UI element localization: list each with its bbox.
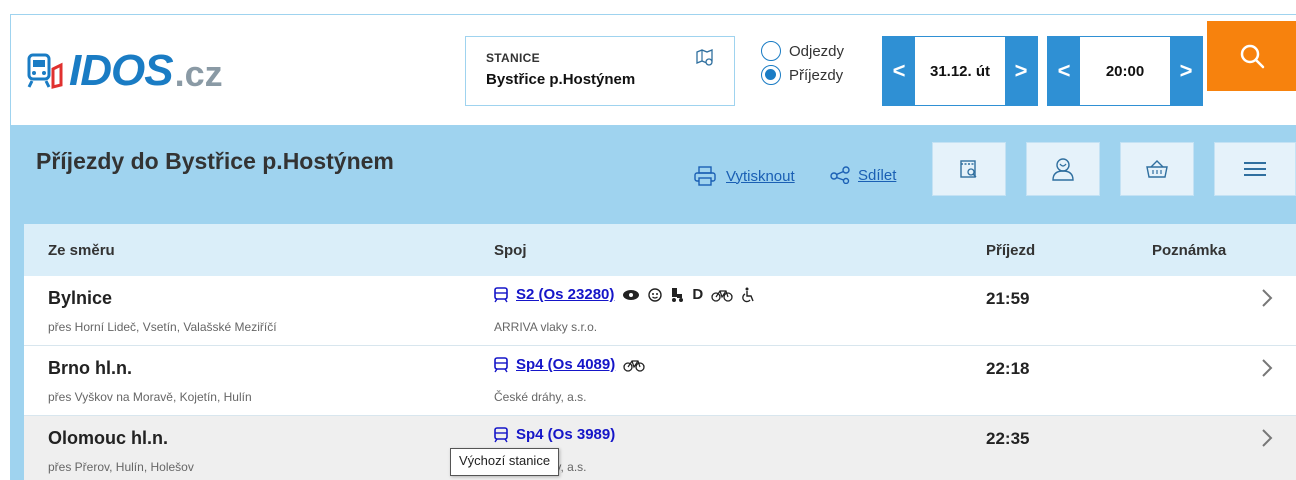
- date-prev-button[interactable]: <: [883, 37, 915, 105]
- print-link[interactable]: Vytisknout: [694, 166, 795, 186]
- radio-arrivals[interactable]: Příjezdy: [761, 63, 844, 87]
- date-next-button[interactable]: >: [1005, 37, 1037, 105]
- row-via: přes Vyškov na Moravě, Kojetín, Hulín: [48, 390, 252, 404]
- col-header-train: Spoj: [494, 242, 527, 259]
- row-arrival-time: 22:35: [986, 429, 1030, 448]
- train-amenities: D: [622, 286, 755, 303]
- timetable-search-button[interactable]: [932, 142, 1006, 196]
- radio-arrivals-circle[interactable]: [761, 65, 781, 85]
- row-via: přes Přerov, Hulín, Holešov: [48, 460, 194, 474]
- logo-text: IDOS: [69, 46, 174, 95]
- table-row[interactable]: Brno hl.n. přes Vyškov na Moravě, Kojetí…: [24, 346, 1296, 416]
- bicycle-icon: [623, 359, 645, 372]
- row-from: Brno hl.n.: [48, 358, 132, 378]
- arrivals-table: Ze směru Spoj Příjezd Poznámka Bylnice p…: [24, 224, 1296, 480]
- radio-departures-label[interactable]: Odjezdy: [789, 43, 844, 60]
- train-link[interactable]: Sp4 (Os 4089): [516, 356, 615, 373]
- row-arrival-time: 21:59: [986, 289, 1030, 308]
- printer-icon: [694, 166, 716, 186]
- col-header-arrival: Příjezd: [986, 242, 1036, 259]
- row-carrier: ARRIVA vlaky s.r.o.: [494, 320, 598, 334]
- chevron-right-icon[interactable]: [1260, 288, 1274, 308]
- row-carrier: České dráhy, a.s.: [494, 390, 587, 404]
- date-value[interactable]: 31.12. út: [915, 37, 1005, 105]
- time-value[interactable]: 20:00: [1080, 37, 1170, 105]
- menu-button[interactable]: [1214, 142, 1296, 196]
- share-label[interactable]: Sdílet: [858, 167, 896, 184]
- train-link[interactable]: S2 (Os 23280): [516, 286, 614, 303]
- time-next-button[interactable]: >: [1170, 37, 1202, 105]
- row-train: S2 (Os 23280) D: [494, 286, 755, 303]
- date-picker: < 31.12. út >: [882, 36, 1038, 106]
- mode-radio-group: Odjezdy Příjezdy: [761, 39, 844, 87]
- hamburger-menu-icon: [1244, 162, 1266, 176]
- amenity-d: D: [692, 286, 704, 303]
- row-arrival-time: 22:18: [986, 359, 1030, 378]
- radio-departures[interactable]: Odjezdy: [761, 39, 844, 63]
- map-pin-icon[interactable]: [696, 49, 714, 67]
- idos-logo[interactable]: IDOS .cz: [27, 43, 223, 99]
- train-icon: [494, 356, 508, 372]
- train-link[interactable]: Sp4 (Os 3989): [516, 426, 615, 443]
- row-from: Olomouc hl.n.: [48, 428, 168, 448]
- station-field[interactable]: STANICE Bystřice p.Hostýnem: [465, 36, 735, 106]
- train-icon: [494, 426, 508, 442]
- station-label: STANICE: [486, 51, 540, 65]
- time-prev-button[interactable]: <: [1048, 37, 1080, 105]
- row-train: Sp4 (Os 4089): [494, 356, 645, 373]
- chevron-right-icon[interactable]: [1260, 358, 1274, 378]
- tooltip: Výchozí stanice: [450, 448, 560, 476]
- basket-button[interactable]: [1120, 142, 1194, 196]
- page: IDOS .cz STANICE Bystřice p.Hostýnem Odj…: [0, 0, 1296, 480]
- time-picker: < 20:00 >: [1047, 36, 1203, 106]
- row-train: Sp4 (Os 3989): [494, 426, 615, 443]
- train-amenities: [623, 358, 645, 372]
- diner-icon: [623, 289, 640, 300]
- basket-icon: [1146, 160, 1168, 178]
- header-bar: IDOS .cz STANICE Bystřice p.Hostýnem Odj…: [10, 14, 1296, 126]
- row-from: Bylnice: [48, 288, 113, 308]
- timetable-search-icon: [960, 160, 977, 178]
- wheelchair-icon: [742, 287, 754, 302]
- share-icon: [830, 166, 850, 184]
- logo-tld: .cz: [174, 53, 223, 94]
- user-account-button[interactable]: [1026, 142, 1100, 196]
- user-icon: [1052, 158, 1074, 181]
- wifi-icon: [648, 287, 663, 302]
- table-row[interactable]: Bylnice přes Horní Lideč, Vsetín, Valašs…: [24, 276, 1296, 346]
- train-icon: [494, 286, 508, 302]
- radio-departures-circle[interactable]: [761, 41, 781, 61]
- search-icon: [1240, 44, 1264, 69]
- station-value[interactable]: Bystřice p.Hostýnem: [486, 71, 714, 88]
- chevron-right-icon[interactable]: [1260, 428, 1274, 448]
- train-icon: [27, 53, 63, 89]
- row-via: přes Horní Lideč, Vsetín, Valašské Meziř…: [48, 320, 277, 334]
- table-row[interactable]: Olomouc hl.n. přes Přerov, Hulín, Holešo…: [24, 416, 1296, 480]
- radio-arrivals-label[interactable]: Příjezdy: [789, 67, 843, 84]
- col-header-note: Poznámka: [1152, 242, 1227, 259]
- stroller-icon: [672, 287, 684, 302]
- share-link[interactable]: Sdílet: [830, 166, 896, 184]
- print-label[interactable]: Vytisknout: [726, 168, 795, 185]
- bicycle-icon: [711, 289, 733, 302]
- col-header-from: Ze směru: [48, 242, 115, 259]
- table-header: Ze směru Spoj Příjezd Poznámka: [24, 224, 1296, 276]
- page-title: Příjezdy do Bystřice p.Hostýnem: [36, 148, 394, 174]
- search-button[interactable]: [1207, 21, 1296, 91]
